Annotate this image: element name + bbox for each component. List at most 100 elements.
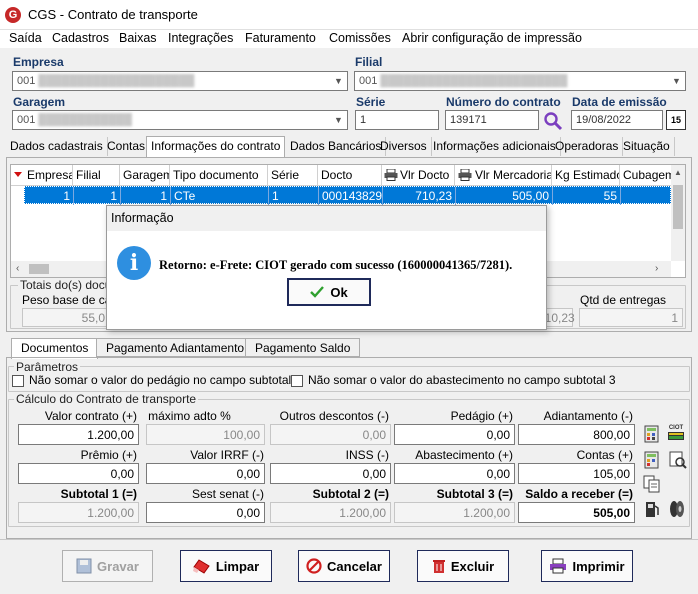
tab-dados-cadastrais[interactable]: Dados cadastrais: [6, 137, 108, 156]
subtotal-3-label: Subtotal 3 (=): [436, 487, 513, 501]
fuel-pump-icon[interactable]: [642, 499, 662, 519]
nao-somar-abastecimento-label: Não somar o valor do abastecimento no ca…: [308, 373, 616, 387]
dialog-message: Retorno: e-Frete: CIOT gerado com sucess…: [159, 258, 513, 272]
tab-informacoes-contrato[interactable]: Informações do contrato: [146, 136, 286, 157]
subtotal-3-value: 1.200,00: [394, 502, 515, 523]
scroll-up-icon[interactable]: ▲: [674, 168, 682, 177]
gravar-button[interactable]: Gravar: [62, 550, 153, 582]
col-vlr-mercadoria[interactable]: Vlr Mercadoria: [455, 165, 552, 185]
numero-contrato-input[interactable]: 139171: [445, 110, 539, 130]
tab-diversos[interactable]: Diversos: [376, 137, 432, 156]
maximo-adto-label: máximo adto %: [148, 409, 231, 423]
valor-irrf-input[interactable]: 0,00: [146, 463, 265, 484]
tab-pagamento-saldo[interactable]: Pagamento Saldo: [245, 338, 361, 357]
contas-label: Contas (+): [576, 448, 633, 462]
vertical-scrollbar[interactable]: ▲: [671, 165, 685, 261]
imprimir-label: Imprimir: [572, 558, 625, 574]
col-vlr-docto[interactable]: Vlr Docto: [382, 165, 455, 185]
scroll-thumb-h[interactable]: [29, 264, 49, 274]
pedagio-input[interactable]: 0,00: [394, 424, 515, 445]
cell-vlr-docto: 710,23: [383, 187, 456, 205]
document-search-icon[interactable]: [668, 450, 688, 470]
limpar-label: Limpar: [215, 558, 260, 574]
table-row[interactable]: 1 1 1 CTe 1 000143829 710,23 505,00 55: [24, 186, 672, 205]
saldo-receber-label: Saldo a receber (=): [525, 487, 633, 501]
cancel-icon: [306, 558, 322, 574]
col-garagem[interactable]: Garagem: [120, 165, 170, 185]
info-dialog: Informação i Retorno: e-Frete: CIOT gera…: [106, 205, 547, 330]
menu-bar: Saída Cadastros Baixas Integrações Fatur…: [0, 30, 698, 48]
scroll-right-icon[interactable]: ›: [655, 263, 658, 274]
tab-contas[interactable]: Contas: [103, 137, 151, 156]
parametros-title: Parâmetros: [14, 360, 81, 374]
tab-situacao[interactable]: Situação: [619, 137, 675, 156]
save-icon: [76, 558, 92, 574]
col-empresa[interactable]: Empresa: [24, 165, 73, 185]
nao-somar-pedagio-checkbox[interactable]: [12, 375, 24, 387]
serie-input[interactable]: 1: [355, 110, 439, 130]
cell-cubagem: [621, 187, 672, 205]
cell-vlr-mercadoria: 505,00: [456, 187, 553, 205]
data-emissao-label: Data de emissão: [572, 95, 667, 109]
cell-tipo-documento: CTe: [171, 187, 269, 205]
abastecimento-label: Abastecimento (+): [415, 448, 513, 462]
tab-documentos[interactable]: Documentos: [11, 338, 99, 359]
search-icon[interactable]: [543, 111, 563, 131]
menu-saida[interactable]: Saída: [9, 31, 42, 45]
title-bar: G CGS - Contrato de transporte: [0, 0, 698, 30]
menu-comissoes[interactable]: Comissões: [329, 31, 391, 45]
outros-descontos-label: Outros descontos (-): [279, 409, 389, 423]
tab-informacoes-adicionais[interactable]: Informações adicionais: [429, 137, 561, 156]
abastecimento-input[interactable]: 0,00: [394, 463, 515, 484]
sort-arrow-icon: [14, 172, 22, 177]
empresa-label: Empresa: [13, 55, 64, 69]
tab-dados-bancarios[interactable]: Dados Bancários: [286, 137, 387, 156]
premio-label: Prêmio (+): [80, 448, 137, 462]
scroll-left-icon[interactable]: ‹: [16, 263, 19, 274]
empresa-select[interactable]: 001 ████████████████████ ▼: [12, 71, 348, 91]
subtotal-1-value: 1.200,00: [18, 502, 139, 523]
valor-contrato-input[interactable]: 1.200,00: [18, 424, 139, 445]
contas-input[interactable]: 105,00: [518, 463, 635, 484]
menu-integracoes[interactable]: Integrações: [168, 31, 233, 45]
col-serie[interactable]: Série: [268, 165, 318, 185]
tab-pagamento-adiantamento[interactable]: Pagamento Adiantamento: [96, 338, 255, 357]
imprimir-button[interactable]: Imprimir: [541, 550, 633, 582]
toll-tires-icon[interactable]: [667, 499, 687, 519]
cell-garagem: 1: [121, 187, 171, 205]
col-kg-estimado[interactable]: Kg Estimado: [552, 165, 620, 185]
menu-baixas[interactable]: Baixas: [119, 31, 157, 45]
garagem-select[interactable]: 001 ████████████ ▼: [12, 110, 348, 130]
nao-somar-abastecimento-checkbox[interactable]: [291, 375, 303, 387]
menu-abrir-configuracao[interactable]: Abrir configuração de impressão: [402, 31, 582, 45]
subtotal-2-value: 1.200,00: [270, 502, 391, 523]
col-docto[interactable]: Docto: [318, 165, 382, 185]
calculator-edit-icon[interactable]: [642, 450, 662, 470]
col-cubagem[interactable]: Cubagem: [620, 165, 671, 185]
window-title: CGS - Contrato de transporte: [28, 7, 198, 22]
adiantamento-label: Adiantamento (-): [543, 409, 633, 423]
menu-cadastros[interactable]: Cadastros: [52, 31, 109, 45]
col-filial[interactable]: Filial: [73, 165, 120, 185]
scroll-thumb[interactable]: [673, 185, 683, 229]
excluir-button[interactable]: Excluir: [417, 550, 509, 582]
calculator-icon[interactable]: [642, 424, 662, 444]
inss-label: INSS (-): [345, 448, 389, 462]
info-icon: i: [117, 246, 151, 280]
tab-operadoras[interactable]: Operadoras: [551, 137, 624, 156]
adiantamento-input[interactable]: 800,00: [518, 424, 635, 445]
ciot-icon[interactable]: CIOT: [668, 424, 684, 442]
ok-button[interactable]: Ok: [287, 278, 371, 306]
menu-faturamento[interactable]: Faturamento: [245, 31, 316, 45]
calculo-title: Cálculo do Contrato de transporte: [14, 392, 199, 406]
copy-documents-icon[interactable]: [642, 474, 662, 494]
inss-input[interactable]: 0,00: [270, 463, 391, 484]
sest-senat-input[interactable]: 0,00: [146, 502, 265, 523]
col-tipo-documento[interactable]: Tipo documento: [170, 165, 268, 185]
limpar-button[interactable]: Limpar: [180, 550, 272, 582]
data-emissao-input[interactable]: 19/08/2022: [571, 110, 663, 130]
cancelar-button[interactable]: Cancelar: [298, 550, 390, 582]
calendar-icon[interactable]: 15: [666, 110, 686, 130]
filial-select[interactable]: 001 ████████████████████████ ▼: [354, 71, 686, 91]
premio-input[interactable]: 0,00: [18, 463, 139, 484]
